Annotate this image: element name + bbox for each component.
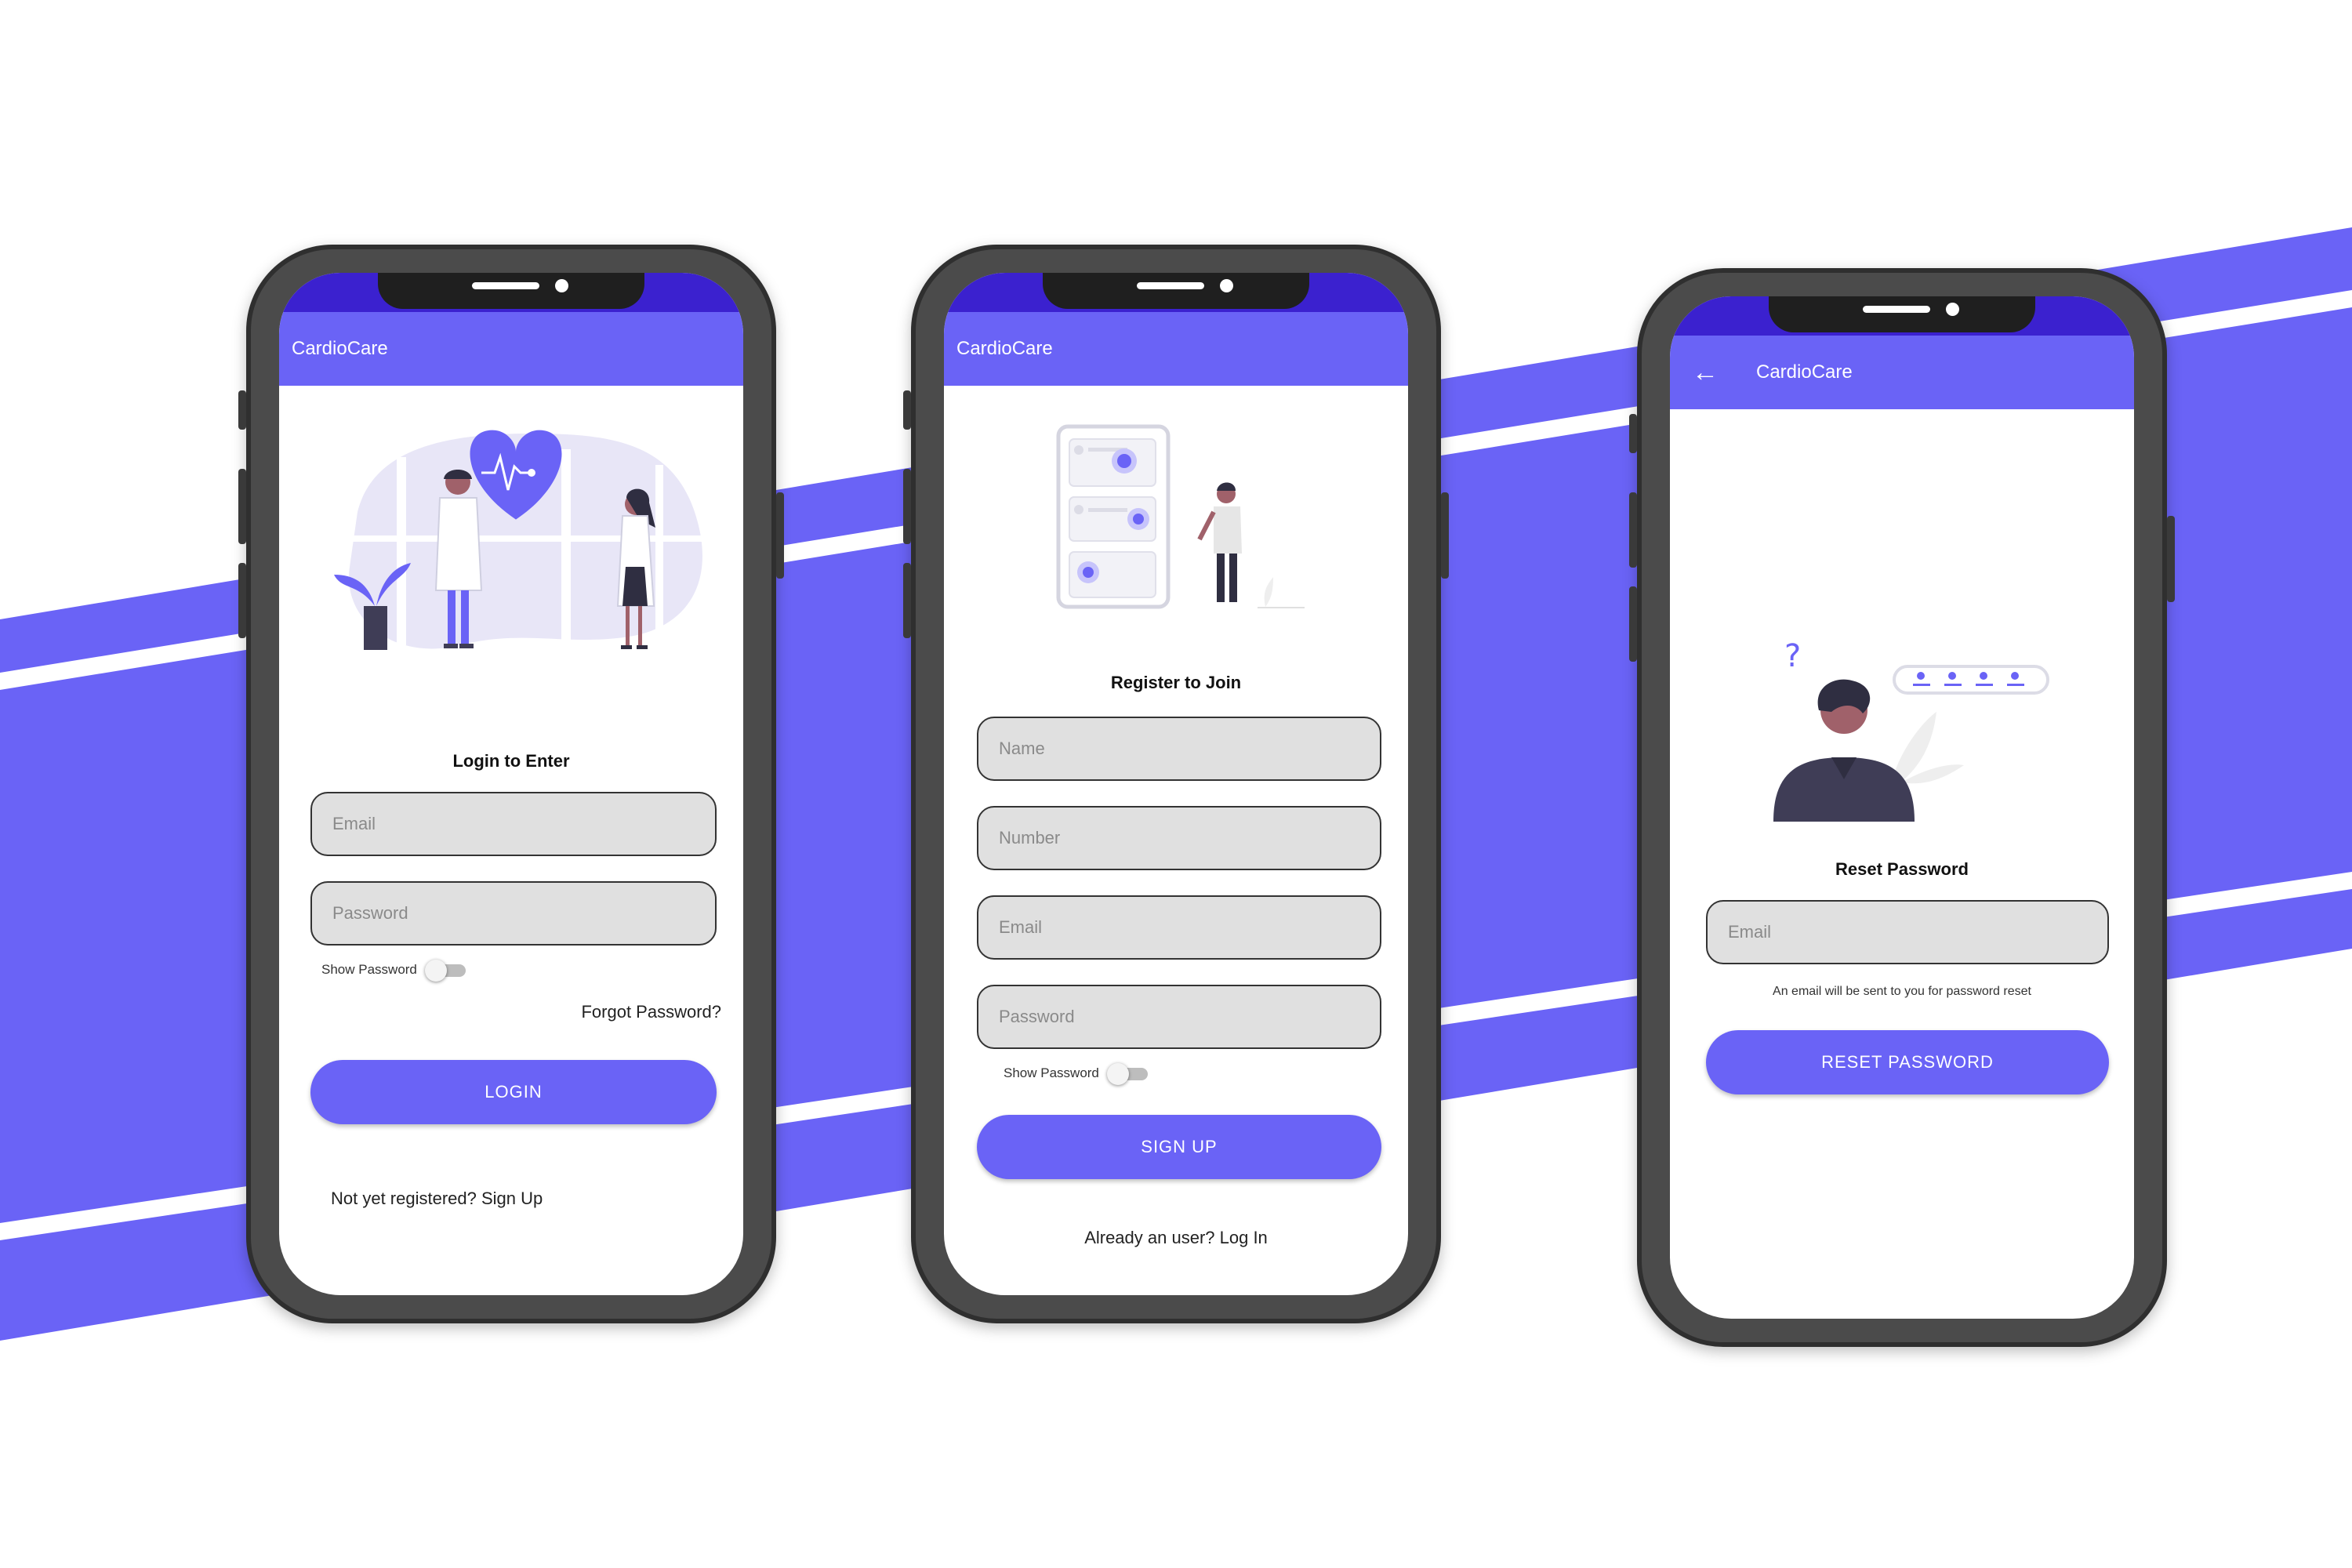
reset-helper-text: An email will be sent to you for passwor… [1773, 985, 2031, 998]
email-placeholder: Email [999, 917, 1043, 937]
reset-password-button[interactable]: RESET PASSWORD [1706, 1030, 2109, 1094]
show-password-row: Show Password [1004, 1063, 1149, 1085]
signup-link[interactable]: Not yet registered? Sign Up [331, 1189, 543, 1209]
app-bar: ← CardioCare [1670, 336, 2134, 409]
show-password-label: Show Password [321, 962, 417, 977]
doctors-heart-illustration [334, 430, 718, 653]
register-form-illustration [1056, 424, 1305, 609]
phone-login: CardioCare Login to Enter Email Password… [238, 245, 784, 1323]
show-password-toggle[interactable] [1106, 1063, 1149, 1085]
phone-register: CardioCare Register to Join Name Number … [903, 245, 1449, 1323]
reset-heading: Reset Password [1835, 859, 1969, 879]
login-link[interactable]: Already an user? Log In [944, 1228, 1408, 1248]
number-field[interactable]: Number [977, 806, 1381, 870]
phone-notch [1043, 273, 1309, 309]
signup-button[interactable]: SIGN UP [977, 1115, 1381, 1179]
name-placeholder: Name [999, 739, 1045, 758]
app-title: CardioCare [292, 338, 388, 359]
password-field[interactable]: Password [310, 881, 717, 946]
register-heading: Register to Join [1110, 673, 1242, 692]
forgot-password-link[interactable]: Forgot Password? [581, 1002, 721, 1022]
arrow-left-icon[interactable]: ← [1692, 359, 1719, 386]
email-placeholder: Email [1728, 922, 1772, 942]
app-title: CardioCare [956, 338, 1053, 359]
number-placeholder: Number [999, 828, 1061, 848]
app-title: CardioCare [1756, 361, 1853, 383]
password-field[interactable]: Password [977, 985, 1381, 1049]
login-button[interactable]: LOGIN [310, 1060, 717, 1124]
login-screen: CardioCare Login to Enter Email Password… [279, 273, 743, 1295]
phone-notch [378, 273, 644, 309]
question-mark: ? [1784, 638, 1801, 674]
password-placeholder: Password [332, 903, 408, 923]
email-field[interactable]: Email [977, 895, 1381, 960]
password-placeholder: Password [999, 1007, 1075, 1026]
email-field[interactable]: Email [1706, 900, 2109, 964]
show-password-row: Show Password [321, 960, 467, 982]
register-screen: CardioCare Register to Join Name Number … [944, 273, 1408, 1295]
email-placeholder: Email [332, 814, 376, 833]
name-field[interactable]: Name [977, 717, 1381, 781]
email-field[interactable]: Email [310, 792, 717, 856]
show-password-toggle[interactable] [424, 960, 467, 982]
forgot-password-illustration: ? [1773, 638, 2049, 822]
reset-password-screen: ← CardioCare ? Reset Password Email An e… [1670, 296, 2134, 1319]
phone-notch [1769, 296, 2035, 332]
show-password-label: Show Password [1004, 1065, 1099, 1080]
app-bar: CardioCare [279, 312, 743, 386]
app-bar: CardioCare [944, 312, 1408, 386]
phone-reset-password: ← CardioCare ? Reset Password Email An e… [1629, 268, 2175, 1347]
login-heading: Login to Enter [452, 751, 570, 771]
